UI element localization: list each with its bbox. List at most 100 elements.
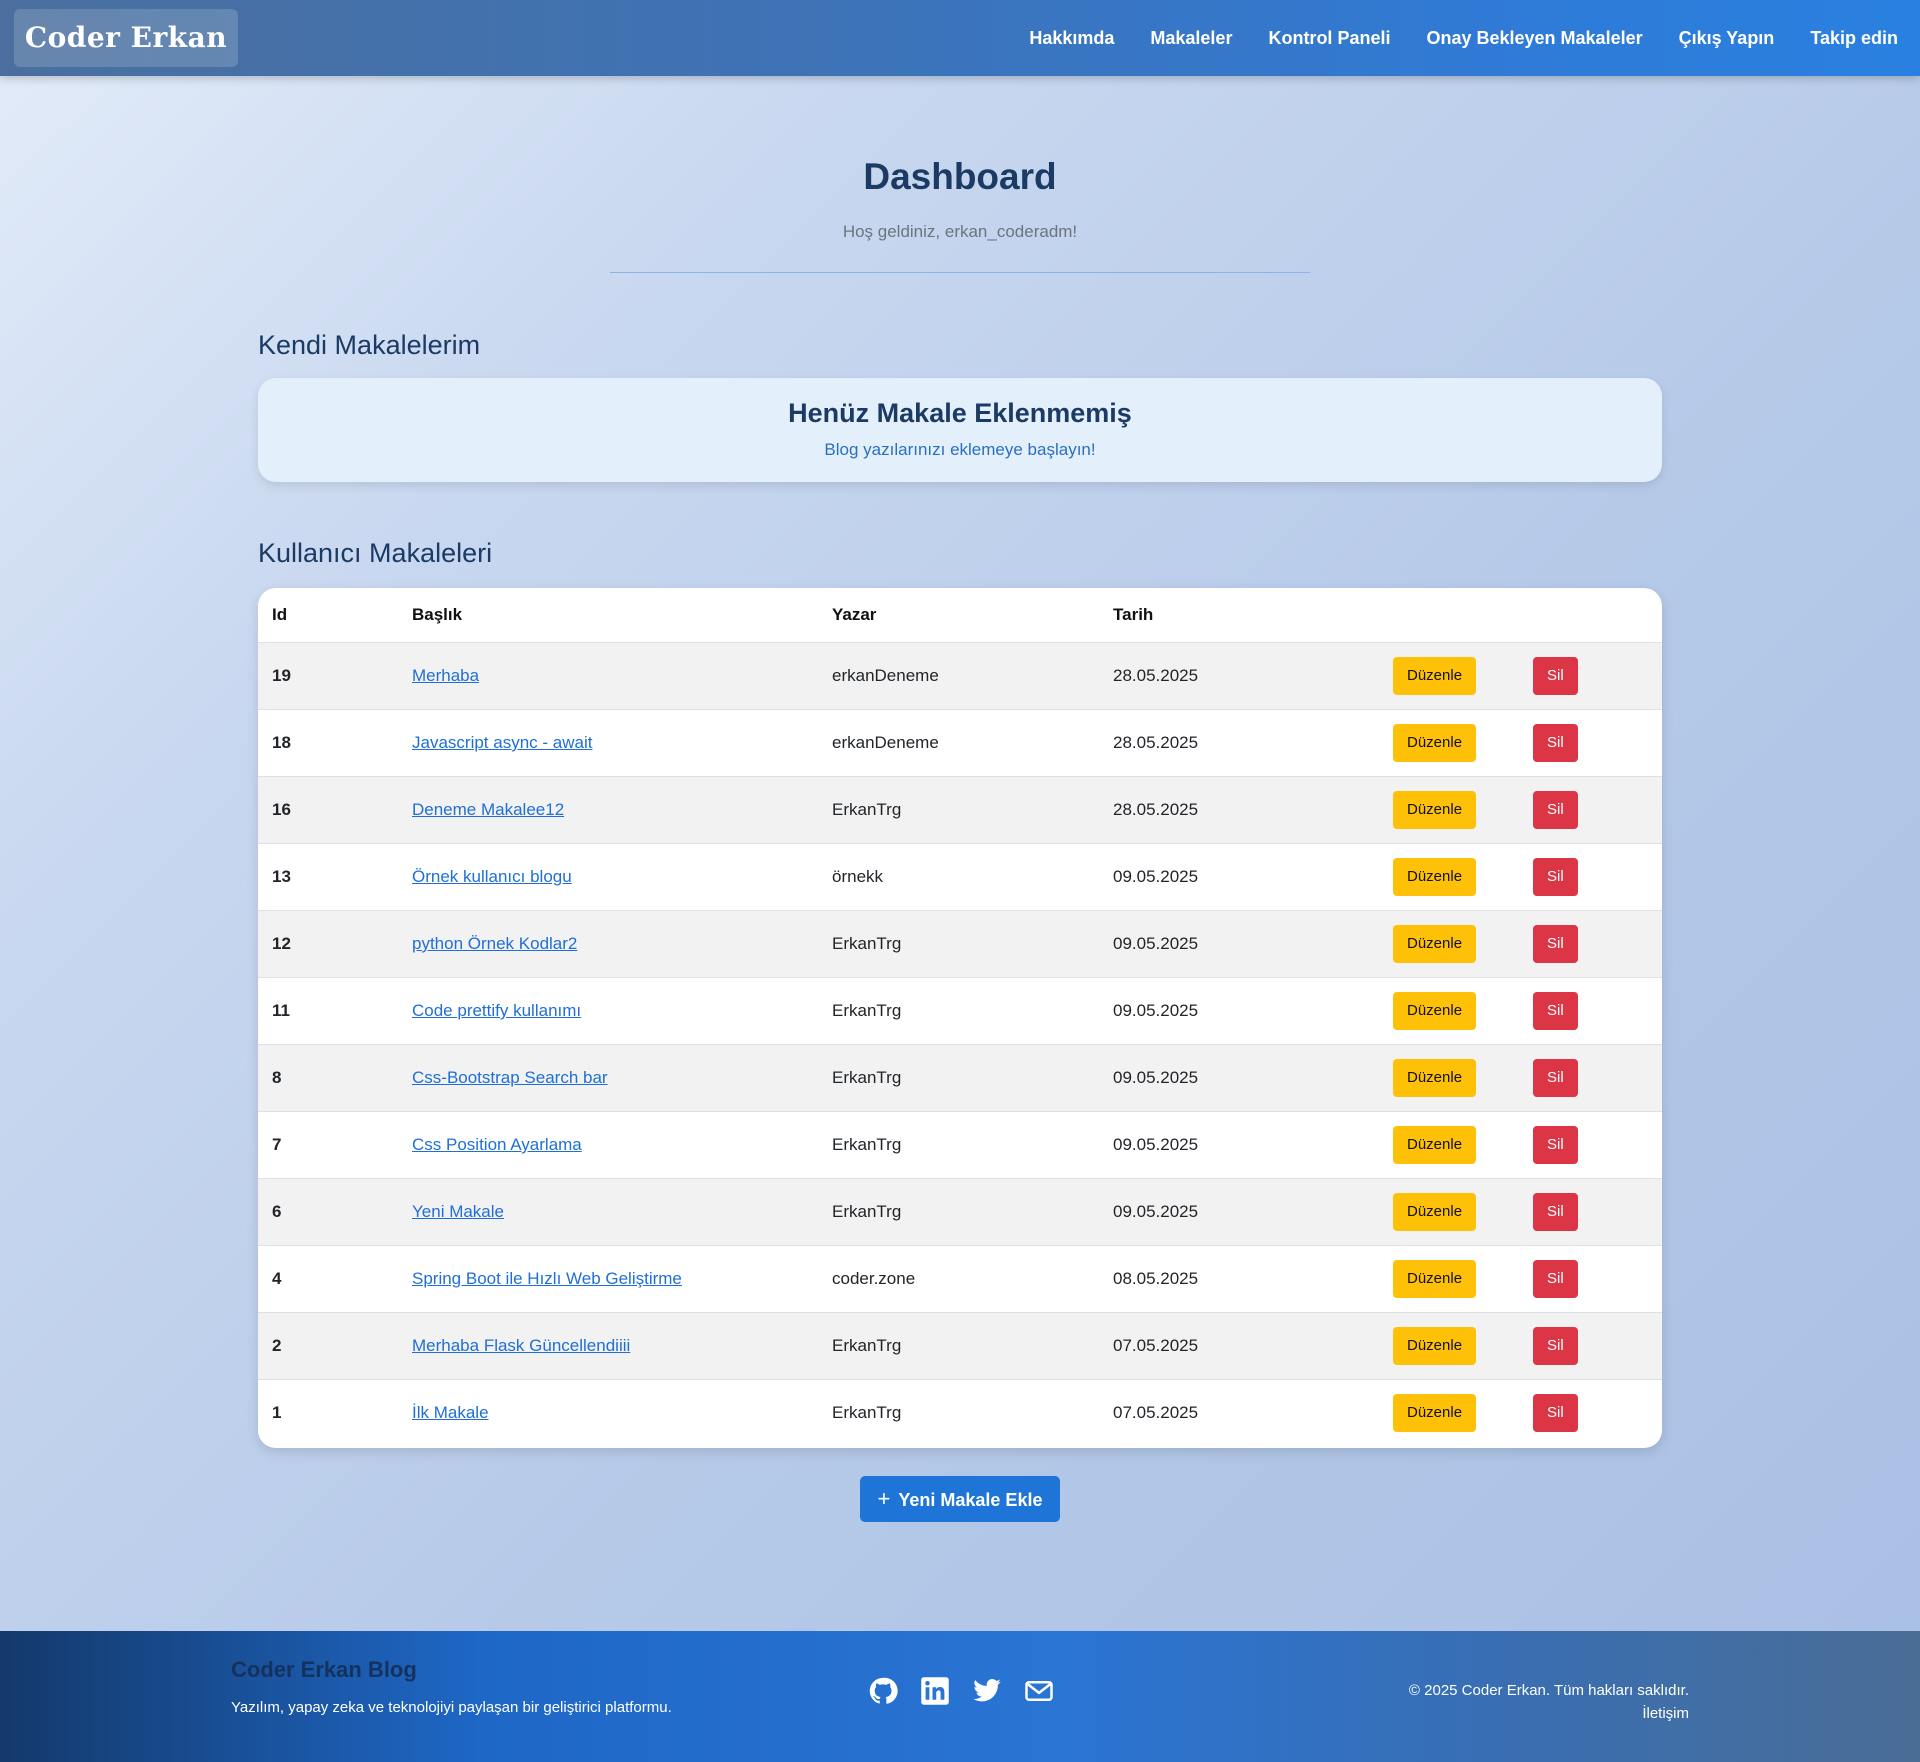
row-edit-cell: Düzenle <box>1379 1312 1519 1380</box>
table-row: 7 Css Position Ayarlama ErkanTrg 09.05.2025… <box>258 1111 1662 1179</box>
nav-link-pending-articles[interactable]: Onay Bekleyen Makaleler <box>1426 28 1642 49</box>
user-articles-table-card: Id Başlık Yazar Tarih 19 Merhaba erkanDene… <box>258 588 1662 1448</box>
edit-button[interactable]: Düzenle <box>1393 858 1477 896</box>
edit-button[interactable]: Düzenle <box>1393 1193 1477 1231</box>
table-row: 16 Deneme Makalee12 ErkanTrg 28.05.2025 Düze… <box>258 776 1662 844</box>
row-delete-cell: Sil <box>1519 977 1662 1045</box>
footer-subtitle: Yazılım, yapay zeka ve teknolojiyi payla… <box>231 1699 672 1716</box>
delete-button[interactable]: Sil <box>1533 724 1578 762</box>
nav-link-about[interactable]: Hakkımda <box>1029 28 1114 49</box>
delete-button[interactable]: Sil <box>1533 925 1578 963</box>
edit-button[interactable]: Düzenle <box>1393 1059 1477 1097</box>
edit-button[interactable]: Düzenle <box>1393 1394 1477 1432</box>
article-title-link[interactable]: python Örnek Kodlar2 <box>412 934 577 953</box>
row-date: 09.05.2025 <box>1099 1044 1379 1112</box>
own-articles-heading: Kendi Makalelerim <box>258 330 481 360</box>
article-title-link[interactable]: Deneme Makalee12 <box>412 800 564 819</box>
delete-button[interactable]: Sil <box>1533 1260 1578 1298</box>
delete-button[interactable]: Sil <box>1533 1059 1578 1097</box>
article-title-link[interactable]: Css-Bootstrap Search bar <box>412 1068 608 1087</box>
delete-button[interactable]: Sil <box>1533 992 1578 1030</box>
row-author: ErkanTrg <box>818 1178 1099 1246</box>
row-date: 28.05.2025 <box>1099 642 1379 710</box>
twitter-icon[interactable] <box>972 1676 1002 1706</box>
row-delete-cell: Sil <box>1519 1044 1662 1112</box>
edit-button[interactable]: Düzenle <box>1393 657 1477 695</box>
row-author: ErkanTrg <box>818 910 1099 978</box>
edit-button[interactable]: Düzenle <box>1393 791 1477 829</box>
row-title-cell: Yeni Makale <box>398 1178 818 1246</box>
edit-button[interactable]: Düzenle <box>1393 1327 1477 1365</box>
edit-button[interactable]: Düzenle <box>1393 992 1477 1030</box>
email-icon[interactable] <box>1024 1676 1054 1706</box>
edit-button[interactable]: Düzenle <box>1393 925 1477 963</box>
row-author: ErkanTrg <box>818 977 1099 1045</box>
new-article-button[interactable]: + Yeni Makale Ekle <box>860 1476 1060 1522</box>
row-date: 09.05.2025 <box>1099 977 1379 1045</box>
edit-button[interactable]: Düzenle <box>1393 1126 1477 1164</box>
row-date: 09.05.2025 <box>1099 1111 1379 1179</box>
row-id: 4 <box>258 1245 398 1313</box>
article-title-link[interactable]: Css Position Ayarlama <box>412 1135 582 1154</box>
table-header-row: Id Başlık Yazar Tarih <box>258 588 1662 643</box>
article-title-link[interactable]: Code prettify kullanımı <box>412 1001 581 1020</box>
article-title-link[interactable]: Örnek kullanıcı blogu <box>412 867 572 886</box>
table-row: 8 Css-Bootstrap Search bar ErkanTrg 09.05.2… <box>258 1044 1662 1112</box>
nav-link-follow[interactable]: Takip edin <box>1810 28 1898 49</box>
row-id: 7 <box>258 1111 398 1179</box>
column-header-id: Id <box>258 588 398 643</box>
row-author: ErkanTrg <box>818 1044 1099 1112</box>
delete-button[interactable]: Sil <box>1533 858 1578 896</box>
row-date: 09.05.2025 <box>1099 910 1379 978</box>
row-edit-cell: Düzenle <box>1379 642 1519 710</box>
delete-button[interactable]: Sil <box>1533 1327 1578 1365</box>
row-delete-cell: Sil <box>1519 1245 1662 1313</box>
article-title-link[interactable]: Spring Boot ile Hızlı Web Geliştirme <box>412 1269 682 1288</box>
row-title-cell: İlk Makale <box>398 1379 818 1446</box>
row-edit-cell: Düzenle <box>1379 1379 1519 1446</box>
row-title-cell: Javascript async - await <box>398 709 818 777</box>
row-delete-cell: Sil <box>1519 1111 1662 1179</box>
row-edit-cell: Düzenle <box>1379 1044 1519 1112</box>
row-date: 28.05.2025 <box>1099 776 1379 844</box>
row-author: ErkanTrg <box>818 1379 1099 1446</box>
row-id: 11 <box>258 977 398 1045</box>
nav-link-logout[interactable]: Çıkış Yapın <box>1679 28 1775 49</box>
row-date: 28.05.2025 <box>1099 709 1379 777</box>
delete-button[interactable]: Sil <box>1533 791 1578 829</box>
user-articles-table: Id Başlık Yazar Tarih 19 Merhaba erkanDene… <box>258 588 1662 1446</box>
article-title-link[interactable]: Yeni Makale <box>412 1202 504 1221</box>
article-title-link[interactable]: İlk Makale <box>412 1403 489 1422</box>
delete-button[interactable]: Sil <box>1533 1394 1578 1432</box>
footer-social-icons <box>868 1676 1054 1706</box>
brand-logo[interactable]: Coder Erkan <box>14 9 238 67</box>
row-id: 12 <box>258 910 398 978</box>
nav-link-articles[interactable]: Makaleler <box>1150 28 1232 49</box>
page-title: Dashboard <box>863 156 1057 197</box>
new-article-label: Yeni Makale Ekle <box>898 1490 1043 1510</box>
table-row: 13 Örnek kullanıcı blogu örnekk 09.05.2025 D… <box>258 843 1662 911</box>
article-title-link[interactable]: Javascript async - await <box>412 733 592 752</box>
row-id: 18 <box>258 709 398 777</box>
article-title-link[interactable]: Merhaba Flask Güncellendiiii <box>412 1336 630 1355</box>
column-header-date: Tarih <box>1099 588 1379 643</box>
row-id: 19 <box>258 642 398 710</box>
row-title-cell: python Örnek Kodlar2 <box>398 910 818 978</box>
edit-button[interactable]: Düzenle <box>1393 1260 1477 1298</box>
row-date: 07.05.2025 <box>1099 1312 1379 1380</box>
nav-link-dashboard[interactable]: Kontrol Paneli <box>1268 28 1390 49</box>
row-id: 1 <box>258 1379 398 1446</box>
column-header-title: Başlık <box>398 588 818 643</box>
article-title-link[interactable]: Merhaba <box>412 666 479 685</box>
row-delete-cell: Sil <box>1519 776 1662 844</box>
github-icon[interactable] <box>868 1676 898 1706</box>
delete-button[interactable]: Sil <box>1533 1193 1578 1231</box>
linkedin-icon[interactable] <box>920 1676 950 1706</box>
footer-title: Coder Erkan Blog <box>231 1657 417 1682</box>
row-date: 09.05.2025 <box>1099 843 1379 911</box>
delete-button[interactable]: Sil <box>1533 1126 1578 1164</box>
delete-button[interactable]: Sil <box>1533 657 1578 695</box>
footer-contact-link[interactable]: İletişim <box>1409 1702 1689 1725</box>
row-edit-cell: Düzenle <box>1379 1178 1519 1246</box>
edit-button[interactable]: Düzenle <box>1393 724 1477 762</box>
